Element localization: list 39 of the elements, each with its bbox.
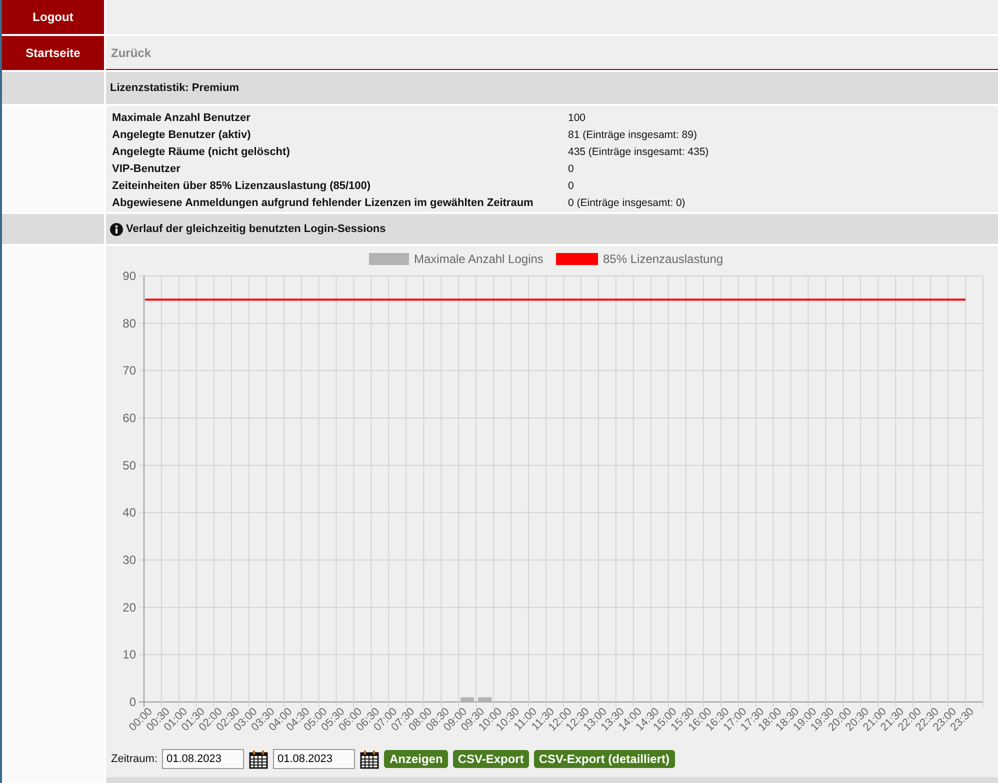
info-icon [110, 222, 123, 236]
tick-label: 0 [129, 695, 136, 709]
bar [478, 697, 492, 702]
tick-label: 30 [122, 553, 136, 567]
stat-label: Maximale Anzahl Benutzer [112, 111, 252, 126]
range-label: Zeitraum: [111, 753, 158, 765]
nav-button[interactable]: Startseite [2, 36, 104, 70]
date-field[interactable]: 01.08.2023 [273, 749, 356, 769]
tick-label: 40 [122, 506, 136, 520]
stat-label: Abgewiesene Anmeldungen aufgrund fehlender Lizenzen im gewählten Zeitraum [112, 196, 534, 211]
action-button[interactable]: CSV-Export [452, 750, 529, 768]
section-title: Verlauf der gleichzeitig benutzten Login-Sessions [126, 223, 386, 235]
stat-label: Zeiteinheiten über 85% Lizenzauslastung (85/100) [112, 179, 372, 194]
stat-value: 81 (Einträge insgesamt: 89) [568, 128, 698, 143]
action-button[interactable]: Anzeigen [384, 750, 448, 768]
legend-label: Maximale Anzahl Logins [414, 252, 544, 266]
nav-button[interactable]: Logout [2, 0, 104, 34]
stat-label: VIP-Benutzer [112, 162, 182, 177]
tick-label: 70 [122, 364, 136, 378]
stat-value: 0 (Einträge insgesamt: 0) [568, 196, 686, 211]
action-button[interactable]: CSV-Export (detailliert) [534, 750, 675, 768]
tick-label: 60 [122, 411, 136, 425]
tick-label: 80 [122, 316, 136, 330]
date-field[interactable]: 01.08.2023 [162, 749, 244, 769]
calendar-icon[interactable] [360, 750, 380, 768]
calendar-icon[interactable] [249, 750, 268, 768]
stat-label: Angelegte Benutzer (aktiv) [112, 128, 252, 143]
bar [460, 697, 474, 702]
tick-label: 10 [122, 648, 136, 662]
section-title: Lizenzstatistik: Premium [110, 82, 239, 94]
tick-label: 90 [122, 269, 136, 283]
stat-label: Angelegte Räume (nicht gelöscht) [112, 145, 291, 160]
stat-value: 0 [568, 179, 575, 194]
legend-label: 85% Lizenzauslastung [603, 252, 724, 266]
tick-label: 20 [122, 600, 136, 614]
stat-value: 435 (Einträge insgesamt: 435) [568, 145, 710, 160]
stat-value: 100 [568, 111, 587, 126]
stat-value: 0 [568, 162, 575, 177]
tick-label: 50 [122, 458, 136, 472]
